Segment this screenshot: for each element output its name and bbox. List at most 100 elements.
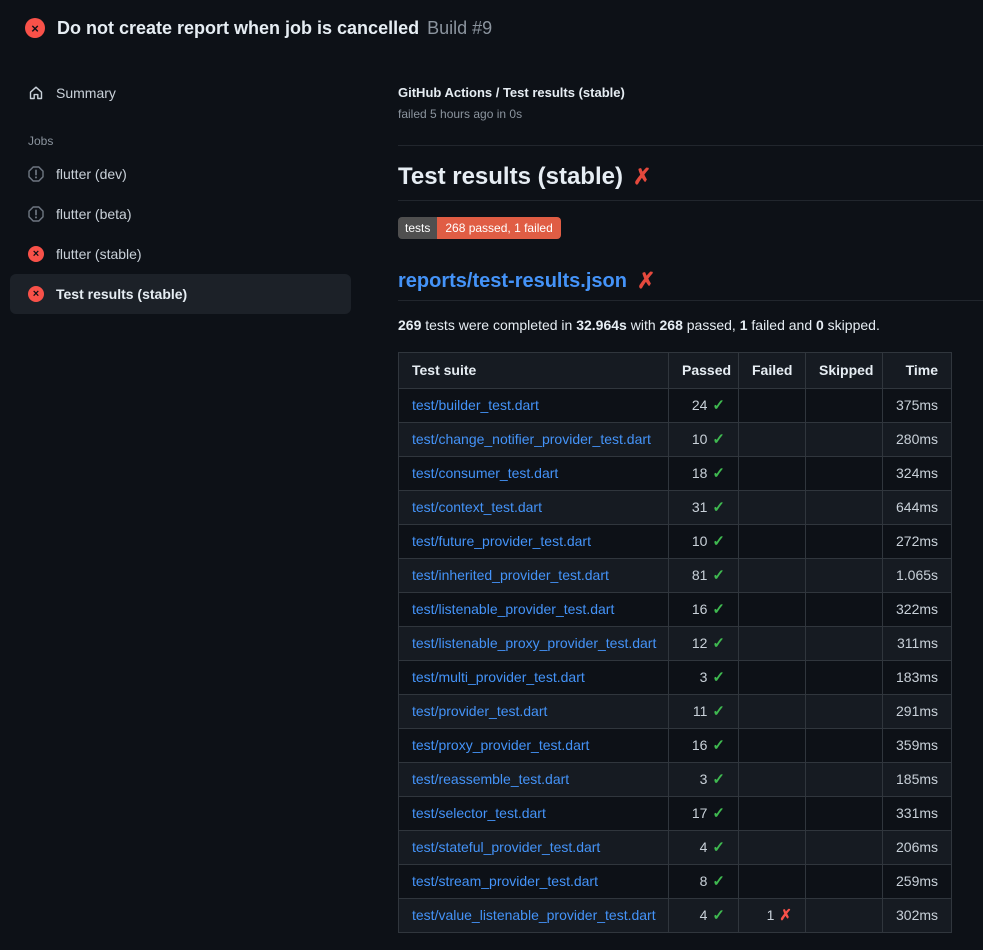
total-count: 269 [398, 317, 421, 333]
skipped-cell [806, 491, 883, 525]
time-cell: 280ms [883, 423, 952, 457]
sidebar-item-flutter-beta[interactable]: flutter (beta) [10, 194, 351, 234]
column-header-passed: Passed [669, 353, 739, 389]
table-row: test/proxy_provider_test.dart16✓359ms [399, 729, 952, 763]
failed-cell [739, 423, 806, 457]
passed-cell: 12✓ [669, 627, 739, 661]
test-suite-link[interactable]: test/change_notifier_provider_test.dart [412, 431, 651, 447]
skipped-cell [806, 457, 883, 491]
skipped-cell [806, 525, 883, 559]
count-value: 8 [700, 873, 708, 889]
count-value: 10 [692, 431, 708, 447]
passed-cell: 3✓ [669, 763, 739, 797]
time-cell: 185ms [883, 763, 952, 797]
test-suite-cell: test/value_listenable_provider_test.dart [399, 899, 669, 933]
test-suite-link[interactable]: test/stateful_provider_test.dart [412, 839, 600, 855]
test-suite-link[interactable]: test/inherited_provider_test.dart [412, 567, 609, 583]
check-icon: ✓ [712, 907, 725, 924]
failed-cell [739, 797, 806, 831]
report-link[interactable]: reports/test-results.json [398, 269, 627, 293]
time-cell: 311ms [883, 627, 952, 661]
passed-cell: 4✓ [669, 899, 739, 933]
failed-x-icon: ✗ [633, 166, 651, 188]
test-suite-cell: test/selector_test.dart [399, 797, 669, 831]
failed-cell [739, 763, 806, 797]
table-row: test/consumer_test.dart18✓324ms [399, 457, 952, 491]
page-title-text: Test results (stable) [398, 162, 623, 192]
table-row: test/inherited_provider_test.dart81✓1.06… [399, 559, 952, 593]
test-suite-link[interactable]: test/future_provider_test.dart [412, 533, 591, 549]
cancelled-icon [28, 166, 44, 182]
count-value: 81 [692, 567, 708, 583]
passed-cell: 8✓ [669, 865, 739, 899]
passed-cell: 81✓ [669, 559, 739, 593]
test-suite-cell: test/consumer_test.dart [399, 457, 669, 491]
badge-label: tests [398, 217, 437, 239]
sidebar-item-test-results-stable[interactable]: × Test results (stable) [10, 274, 351, 314]
count-value: 18 [692, 465, 708, 481]
skipped-cell [806, 695, 883, 729]
table-row: test/future_provider_test.dart10✓272ms [399, 525, 952, 559]
test-suite-link[interactable]: test/consumer_test.dart [412, 465, 558, 481]
test-suite-link[interactable]: test/listenable_proxy_provider_test.dart [412, 635, 656, 651]
passed-cell: 24✓ [669, 389, 739, 423]
time-cell: 183ms [883, 661, 952, 695]
table-header-row: Test suite Passed Failed Skipped Time [399, 353, 952, 389]
count-value: 4 [700, 907, 708, 923]
test-suite-link[interactable]: test/selector_test.dart [412, 805, 546, 821]
test-suite-link[interactable]: test/provider_test.dart [412, 703, 547, 719]
test-suite-cell: test/proxy_provider_test.dart [399, 729, 669, 763]
count-value: 16 [692, 737, 708, 753]
results-table-body: test/builder_test.dart24✓375mstest/chang… [399, 389, 952, 933]
test-suite-link[interactable]: test/builder_test.dart [412, 397, 539, 413]
test-suite-cell: test/future_provider_test.dart [399, 525, 669, 559]
count-value: 12 [692, 635, 708, 651]
test-suite-link[interactable]: test/listenable_provider_test.dart [412, 601, 614, 617]
passed-cell: 31✓ [669, 491, 739, 525]
test-suite-link[interactable]: test/stream_provider_test.dart [412, 873, 598, 889]
time-cell: 322ms [883, 593, 952, 627]
column-header-time: Time [883, 353, 952, 389]
count-value: 3 [700, 669, 708, 685]
skipped-cell [806, 389, 883, 423]
test-suite-link[interactable]: test/reassemble_test.dart [412, 771, 569, 787]
test-summary-line: 269 tests were completed in 32.964s with… [398, 317, 983, 334]
sidebar-item-flutter-stable[interactable]: × flutter (stable) [10, 234, 351, 274]
passed-cell: 3✓ [669, 661, 739, 695]
test-suite-link[interactable]: test/proxy_provider_test.dart [412, 737, 589, 753]
summary-text: with [627, 317, 660, 333]
skipped-cell [806, 729, 883, 763]
failed-cell [739, 491, 806, 525]
test-suite-link[interactable]: test/multi_provider_test.dart [412, 669, 585, 685]
sidebar-item-flutter-dev[interactable]: flutter (dev) [10, 154, 351, 194]
passed-cell: 16✓ [669, 593, 739, 627]
test-suite-link[interactable]: test/value_listenable_provider_test.dart [412, 907, 656, 923]
sidebar-item-label: Summary [56, 85, 116, 101]
count-value: 3 [700, 771, 708, 787]
build-header: × Do not create report when job is cance… [0, 0, 983, 56]
check-icon: ✓ [712, 805, 725, 822]
passed-cell: 4✓ [669, 831, 739, 865]
sidebar-item-summary[interactable]: Summary [0, 78, 390, 108]
failed-x-icon: ✗ [637, 270, 655, 292]
divider [398, 145, 983, 146]
passed-cell: 10✓ [669, 423, 739, 457]
test-suite-cell: test/stateful_provider_test.dart [399, 831, 669, 865]
count-value: 10 [692, 533, 708, 549]
test-suite-link[interactable]: test/context_test.dart [412, 499, 542, 515]
cancelled-icon [28, 206, 44, 222]
check-icon: ✓ [712, 465, 725, 482]
table-row: test/listenable_provider_test.dart 16✓ 322… [399, 593, 952, 627]
test-suite-cell: test/builder_test.dart [399, 389, 669, 423]
failed-cell [739, 831, 806, 865]
failed-cell: 1✗ [739, 899, 806, 933]
count-value: 11 [693, 703, 708, 719]
main-content: GitHub Actions / Test results (stable) f… [398, 85, 983, 933]
table-row: test/selector_test.dart17✓331ms [399, 797, 952, 831]
check-icon: ✓ [712, 873, 725, 890]
column-header-skipped: Skipped [806, 353, 883, 389]
passed-cell: 18✓ [669, 457, 739, 491]
skipped-cell [806, 661, 883, 695]
sidebar-item-label: flutter (dev) [56, 166, 127, 182]
test-suite-cell: test/context_test.dart [399, 491, 669, 525]
